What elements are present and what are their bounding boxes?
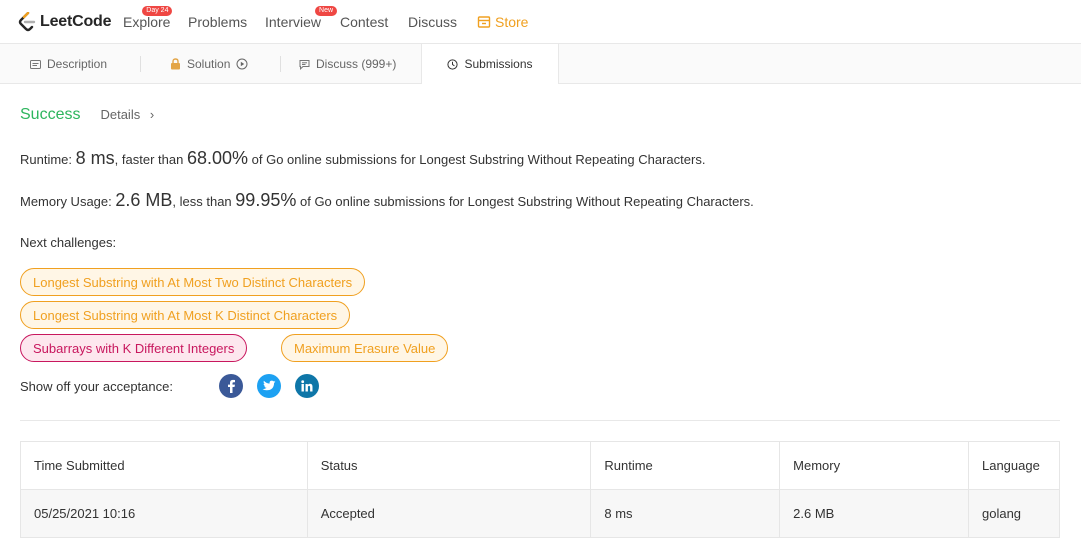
memory-label: Memory Usage: [20, 194, 112, 209]
column-header: Language [967, 441, 1061, 490]
challenge-chip[interactable]: Maximum Erasure Value [281, 334, 449, 362]
nav-interview-badge: New [315, 6, 338, 16]
tab-submissions-label: Submissions [464, 57, 533, 71]
tab-description-label: Description [47, 57, 108, 71]
nav-interview-label: Interview [265, 14, 322, 30]
memory-summary: Memory Usage: 2.6 MB, less than 99.95% o… [20, 190, 754, 211]
runtime-summary: Runtime: 8 ms, faster than 68.00% of Go … [20, 148, 705, 169]
logo-text: LeetCode [40, 13, 112, 30]
play-icon [236, 58, 248, 70]
clock-icon [447, 58, 459, 70]
problem-tabbar: Description Solution Discuss (999+) Subm… [0, 44, 1081, 84]
nav-store-label: Store [495, 14, 529, 30]
runtime-tail: of Go online submissions for Longest Sub… [251, 152, 706, 167]
nav-explore-badge: Day 24 [142, 6, 173, 16]
submissions-table: Time Submitted Status Runtime Memory Lan… [20, 441, 1061, 538]
nav-contest-label: Contest [340, 14, 389, 30]
runtime-percent: 68.00% [186, 148, 249, 168]
linkedin-icon[interactable] [295, 374, 319, 398]
section-divider [20, 420, 1060, 421]
cell-runtime: 8 ms [590, 489, 781, 538]
nav-store[interactable]: Store [477, 14, 528, 30]
tab-discuss-label: Discuss (999+) [316, 57, 397, 71]
memory-tail: of Go online submissions for Longest Sub… [299, 194, 754, 209]
nav-problems-label: Problems [188, 14, 248, 30]
cell-time-submitted: 05/25/2021 10:16 [20, 489, 308, 538]
leetcode-logo[interactable]: LeetCode [18, 11, 112, 33]
tab-divider [140, 56, 141, 72]
next-challenges-label: Next challenges: [20, 235, 117, 250]
share-label: Show off your acceptance: [20, 379, 173, 394]
tab-solution-label: Solution [187, 57, 231, 71]
runtime-mid: , faster than [114, 152, 184, 167]
nav-interview[interactable]: Interview New [265, 6, 338, 30]
nav-contest[interactable]: Contest [340, 14, 388, 30]
cell-memory: 2.6 MB [779, 489, 969, 538]
twitter-icon[interactable] [257, 374, 281, 398]
column-header: Time Submitted [20, 441, 308, 490]
tab-submissions[interactable]: Submissions [421, 44, 559, 84]
runtime-label: Runtime: [20, 152, 73, 167]
result-header: Success Details › [20, 106, 154, 124]
column-header: Memory [779, 441, 969, 490]
chat-icon [299, 59, 310, 70]
store-icon [477, 16, 491, 28]
tab-solution[interactable]: Solution [170, 44, 248, 84]
nav-explore[interactable]: Explore Day 24 [123, 6, 173, 30]
leetcode-logo-icon [18, 12, 36, 32]
tab-description[interactable]: Description [30, 44, 107, 84]
tab-divider [280, 56, 281, 72]
tab-discuss[interactable]: Discuss (999+) [299, 44, 396, 84]
column-header: Status [306, 441, 592, 490]
challenge-title: Maximum Erasure Value [294, 340, 436, 356]
description-icon [30, 59, 41, 69]
challenge-chip[interactable]: Longest Substring with At Most Two Disti… [20, 268, 366, 296]
cell-language: golang [967, 489, 1061, 538]
table-row[interactable]: 05/25/2021 10:16 Accepted 8 ms 2.6 MB go… [20, 489, 1061, 538]
column-header: Runtime [590, 441, 781, 490]
challenge-chip[interactable]: Subarrays with K Different Integers [20, 334, 248, 362]
challenge-title: Subarrays with K Different Integers [33, 340, 235, 356]
challenge-title: Longest Substring with At Most Two Disti… [33, 274, 353, 290]
nav-discuss[interactable]: Discuss [408, 14, 457, 30]
details-link[interactable]: Details › [100, 107, 154, 122]
challenge-chip[interactable]: Longest Substring with At Most K Distinc… [20, 301, 351, 329]
nav-problems[interactable]: Problems [188, 14, 247, 30]
nav-explore-label: Explore [123, 14, 171, 30]
memory-mid: , less than [172, 194, 232, 209]
runtime-value: 8 ms [75, 148, 115, 168]
challenge-title: Longest Substring with At Most K Distinc… [33, 307, 338, 323]
cell-status-link[interactable]: Accepted [306, 489, 592, 538]
top-navbar: LeetCode Explore Day 24 Problems Intervi… [0, 0, 1081, 44]
nav-discuss-label: Discuss [408, 14, 458, 30]
table-header-row: Time Submitted Status Runtime Memory Lan… [20, 441, 1061, 490]
facebook-icon[interactable] [219, 374, 243, 398]
success-status: Success [20, 106, 81, 123]
chevron-right-icon: › [149, 107, 155, 122]
memory-percent: 99.95% [235, 190, 297, 210]
details-label: Details [100, 107, 141, 122]
memory-value: 2.6 MB [115, 190, 173, 210]
lock-icon [171, 58, 180, 70]
